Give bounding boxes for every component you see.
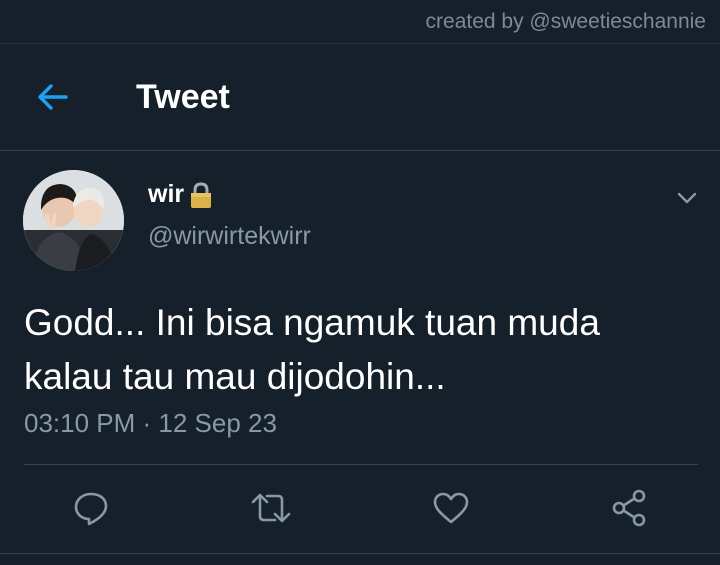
share-button[interactable]: [610, 488, 650, 528]
action-divider: [24, 464, 698, 465]
header-bar: Tweet: [0, 44, 720, 151]
arrow-left-icon: [38, 84, 68, 110]
retweet-icon: [251, 493, 291, 523]
reply-button[interactable]: [71, 488, 111, 528]
avatar[interactable]: [23, 170, 124, 271]
reply-icon: [74, 492, 108, 526]
share-icon: [612, 489, 646, 527]
bottom-divider: [0, 553, 720, 554]
tweet-timestamp[interactable]: 03:10 PM · 12 Sep 23: [24, 408, 277, 439]
watermark: created by @sweetieschannie: [425, 10, 706, 33]
author-name[interactable]: wir: [148, 180, 214, 209]
like-button[interactable]: [431, 488, 471, 528]
page-title: Tweet: [136, 78, 230, 116]
lock-icon: [191, 181, 212, 208]
chevron-down-icon: [677, 192, 697, 204]
tweet-text: Godd... Ini bisa ngamuk tuan muda kalau …: [24, 296, 704, 404]
author-name-label: wir: [148, 180, 185, 208]
tweet-text-line-1: Godd... Ini bisa ngamuk tuan muda: [24, 302, 600, 343]
back-button[interactable]: [32, 80, 72, 114]
tweet-screen: created by @sweetieschannie Tweet wir @w…: [0, 0, 720, 565]
like-icon: [433, 492, 469, 524]
retweet-button[interactable]: [251, 488, 291, 528]
tweet-text-line-2: kalau tau mau dijodohin...: [24, 356, 446, 397]
more-options-button[interactable]: [676, 188, 698, 208]
author-handle[interactable]: @wirwirtekwirr: [148, 222, 311, 251]
